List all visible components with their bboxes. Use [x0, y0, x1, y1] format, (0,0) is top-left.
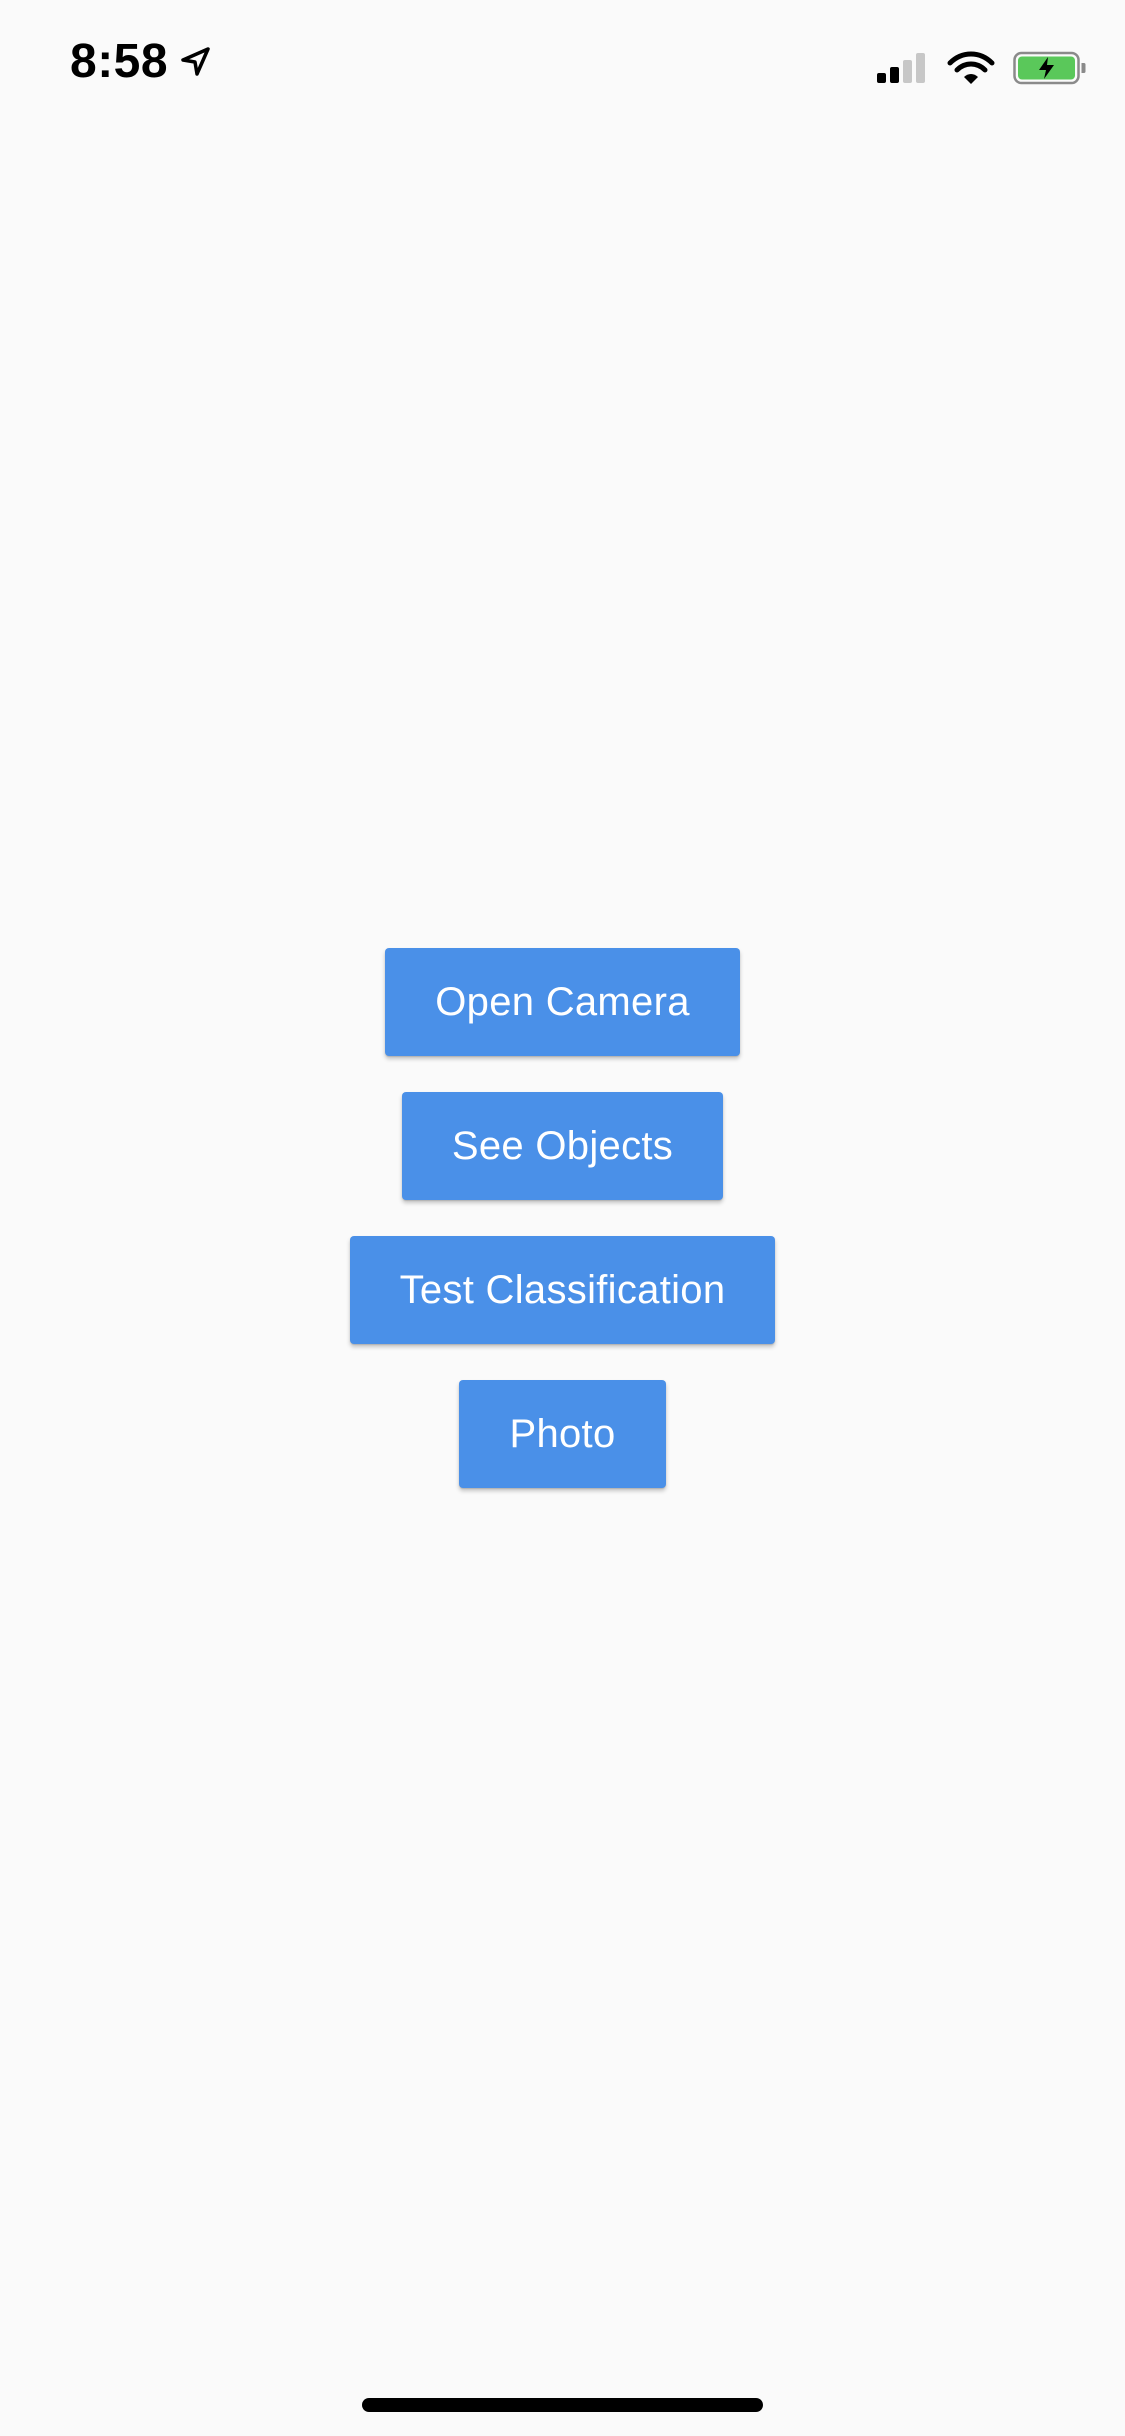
status-bar: 8:58 [0, 0, 1125, 140]
location-arrow-icon [178, 45, 212, 79]
status-time: 8:58 [70, 35, 169, 88]
photo-button[interactable]: Photo [459, 1380, 666, 1488]
open-camera-button[interactable]: Open Camera [385, 948, 740, 1056]
test-classification-button[interactable]: Test Classification [349, 1236, 776, 1344]
cellular-signal-icon [875, 51, 929, 85]
battery-charging-icon [1013, 50, 1087, 86]
status-time-group: 8:58 [70, 38, 212, 86]
see-objects-button[interactable]: See Objects [401, 1092, 724, 1200]
wifi-icon [947, 50, 995, 86]
status-indicators [875, 50, 1087, 86]
main-actions: Open Camera See Objects Test Classificat… [0, 948, 1125, 1488]
home-indicator[interactable] [362, 2398, 763, 2412]
